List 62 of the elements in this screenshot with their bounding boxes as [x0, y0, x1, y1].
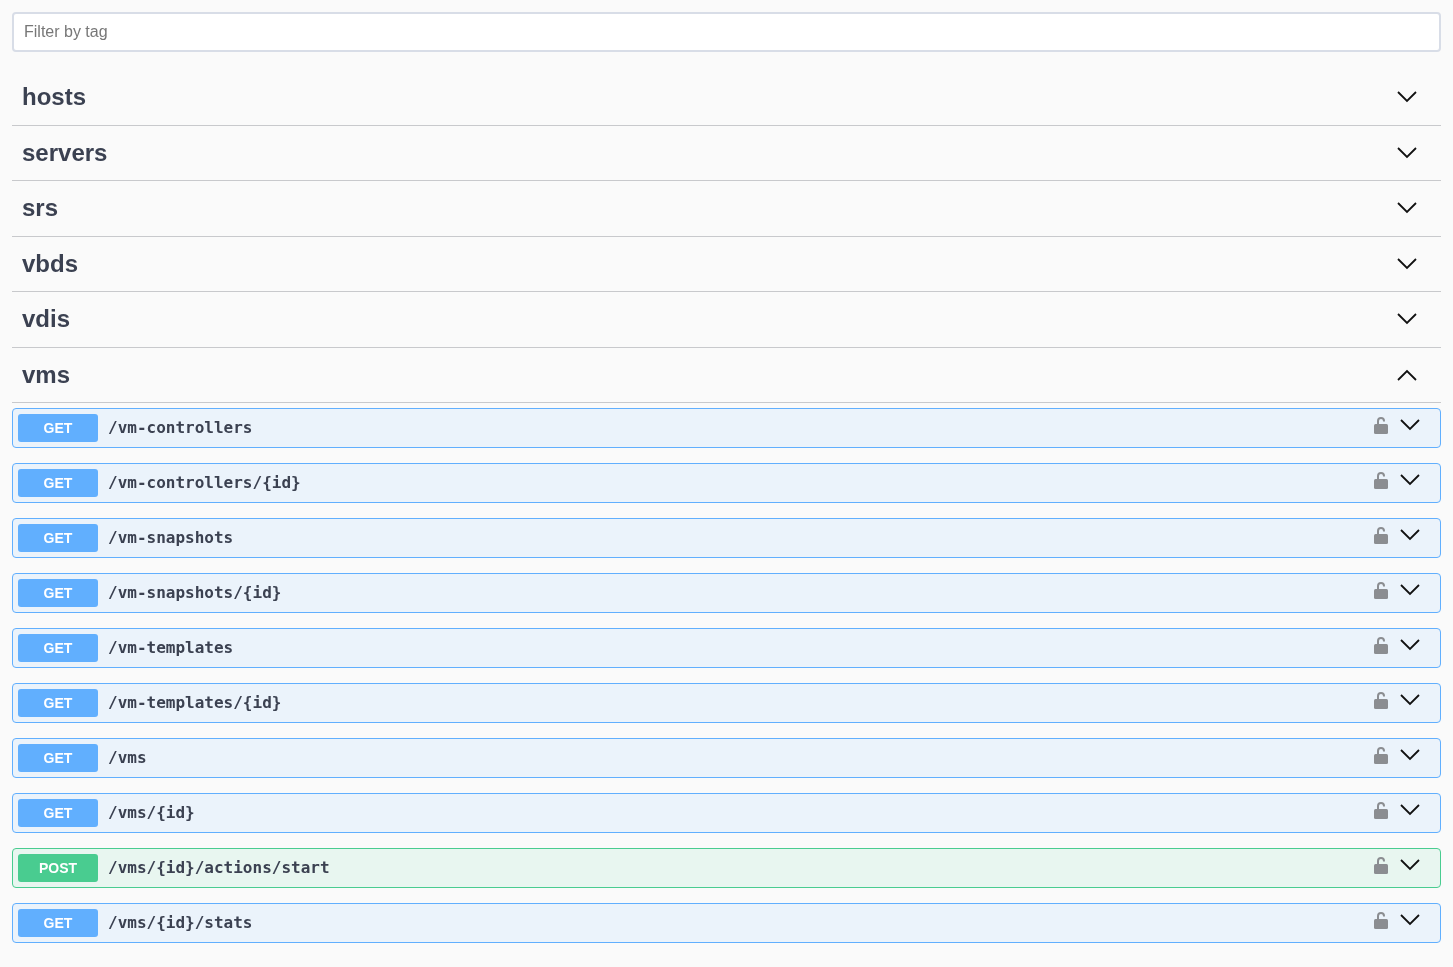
padlock-icon[interactable]	[1374, 471, 1388, 489]
chevron-down-icon	[1400, 474, 1420, 486]
endpoint-path: /vm-templates/{id}	[108, 692, 283, 714]
padlock-icon[interactable]	[1374, 416, 1388, 434]
padlock-icon[interactable]	[1374, 526, 1388, 544]
endpoint-path: /vm-snapshots/{id}	[108, 582, 283, 604]
padlock-icon[interactable]	[1374, 856, 1388, 874]
endpoint-path: /vm-controllers/{id}	[108, 472, 302, 494]
endpoint-path: /vms/{id}	[108, 802, 196, 824]
operation-row[interactable]: GET /vms/{id}	[12, 793, 1441, 833]
operation-row[interactable]: GET /vm-snapshots/{id}	[12, 573, 1441, 613]
method-badge: GET	[18, 469, 98, 497]
endpoint-path: /vms	[108, 747, 148, 769]
method-badge: GET	[18, 414, 98, 442]
method-badge: GET	[18, 799, 98, 827]
tag-header[interactable]: hosts	[12, 70, 1441, 126]
tag-header[interactable]: vms	[12, 347, 1441, 403]
chevron-down-icon	[1400, 914, 1420, 926]
chevron-down-icon	[1400, 749, 1420, 761]
tag-name: servers	[22, 137, 108, 168]
padlock-icon[interactable]	[1374, 636, 1388, 654]
endpoint-path: /vm-controllers	[108, 417, 254, 439]
padlock-icon[interactable]	[1374, 746, 1388, 764]
chevron-down-icon	[1400, 804, 1420, 816]
tag-header[interactable]: servers	[12, 125, 1441, 181]
operation-row[interactable]: GET /vms	[12, 738, 1441, 778]
operation-row[interactable]: GET /vm-controllers/{id}	[12, 463, 1441, 503]
operation-row[interactable]: GET /vm-templates/{id}	[12, 683, 1441, 723]
padlock-icon[interactable]	[1374, 581, 1388, 599]
method-badge: GET	[18, 524, 98, 552]
padlock-icon[interactable]	[1374, 911, 1388, 929]
filter-field[interactable]: Filter by tag	[12, 12, 1441, 52]
tag-header[interactable]: srs	[12, 181, 1441, 237]
chevron-down-icon	[1400, 584, 1420, 596]
tag-name: hosts	[22, 82, 86, 113]
method-badge: POST	[18, 854, 98, 882]
chevron-down-icon	[1400, 529, 1420, 541]
endpoint-path: /vms/{id}/stats	[108, 912, 254, 934]
operation-row[interactable]: GET /vm-controllers	[12, 408, 1441, 448]
chevron-down-icon	[1400, 419, 1420, 431]
endpoint-path: /vm-templates	[108, 637, 235, 659]
tag-name: vbds	[22, 248, 78, 279]
method-badge: GET	[18, 689, 98, 717]
endpoint-path: /vms/{id}/actions/start	[108, 857, 331, 879]
tag-name: vdis	[22, 304, 71, 335]
chevron-down-icon	[1400, 639, 1420, 651]
padlock-icon[interactable]	[1374, 691, 1388, 709]
chevron-down-icon	[1400, 694, 1420, 706]
operation-row[interactable]: GET /vms/{id}/stats	[12, 903, 1441, 943]
padlock-icon[interactable]	[1374, 801, 1388, 819]
method-badge: GET	[18, 909, 98, 937]
operation-row[interactable]: GET /vm-templates	[12, 628, 1441, 668]
tag-name: srs	[22, 193, 59, 224]
chevron-down-icon	[1400, 859, 1420, 871]
tag-header[interactable]: vbds	[12, 236, 1441, 292]
method-badge: GET	[18, 579, 98, 607]
operation-row[interactable]: GET /vm-snapshots	[12, 518, 1441, 558]
tag-name: vms	[22, 359, 71, 390]
endpoint-path: /vm-snapshots	[108, 527, 235, 549]
method-badge: GET	[18, 634, 98, 662]
method-badge: GET	[18, 744, 98, 772]
tag-header[interactable]: vdis	[12, 292, 1441, 348]
